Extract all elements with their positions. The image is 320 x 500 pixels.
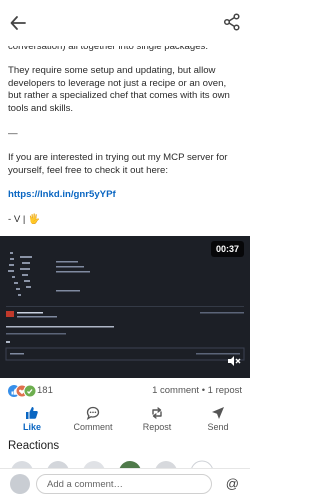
comments-reposts-count[interactable]: 1 comment • 1 repost [152,385,242,396]
top-bar [0,0,250,46]
send-icon [212,407,224,419]
video-duration-badge: 00:37 [210,241,244,257]
comment-label: Comment [73,422,113,432]
post-body: run at specific events like starting or … [0,28,250,227]
mention-at-icon[interactable]: @ [226,476,239,491]
action-bar: Like Comment Repost Send [0,406,250,436]
like-label: Like [22,422,41,432]
video-frame-terminal [0,236,250,378]
post-separator: — [8,127,18,139]
post-paragraph: They require some setup and updating, bu… [8,65,230,114]
repost-label: Repost [142,422,172,432]
back-arrow-icon[interactable] [9,14,27,32]
comment-input[interactable]: Add a comment… [36,474,212,494]
video-player[interactable]: 00:37 [0,236,250,378]
muted-speaker-icon[interactable] [227,354,241,368]
thumbs-up-icon [26,407,38,419]
repost-button[interactable]: Repost [132,406,182,432]
send-label: Send [207,422,229,432]
comment-bar: Add a comment… @ [0,468,250,500]
user-avatar [10,474,30,494]
reaction-count: 181 [37,385,53,396]
post-paragraph: If you are interested in trying out my M… [8,152,228,176]
comment-button[interactable]: Comment [68,406,118,432]
comment-icon [86,406,100,420]
reactions-heading: Reactions [8,440,60,452]
post-signature: - V | 🖐 [8,213,41,225]
like-button[interactable]: Like [7,406,57,432]
reactions-summary[interactable]: 181 1 comment • 1 repost [8,383,242,399]
send-button[interactable]: Send [193,406,243,432]
repost-icon [152,407,162,419]
post-link[interactable]: https://lnkd.in/gnr5yYPf [8,189,242,202]
share-icon[interactable] [222,12,242,32]
